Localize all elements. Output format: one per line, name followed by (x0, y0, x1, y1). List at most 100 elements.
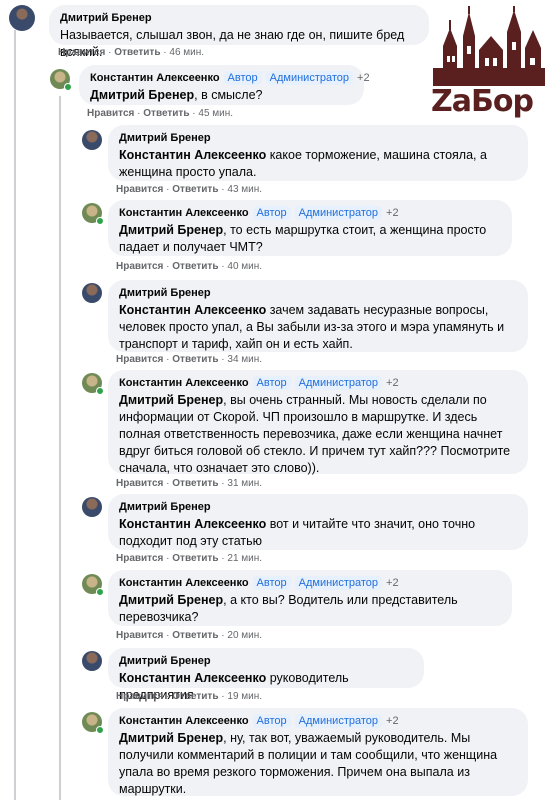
comment-author[interactable]: Дмитрий Бренер (119, 654, 413, 668)
comment-time[interactable]: 31 мин. (227, 478, 262, 489)
comment-author[interactable]: Дмитрий Бренер (119, 131, 517, 145)
comment-author: Константин Алексеенко Автор Администратор +… (119, 206, 501, 220)
comment-author: Константин Алексеенко Автор Администратор +… (119, 576, 501, 590)
online-indicator (96, 726, 104, 734)
like-link[interactable]: Нравится (116, 630, 163, 641)
comment-actions: Нравится · Ответить · 34 мин. (116, 354, 263, 365)
like-link[interactable]: Нравится (116, 184, 163, 195)
comment-time[interactable]: 45 мин. (198, 108, 233, 119)
comment-bubble: Дмитрий Бренер Константин Алексеенко как… (108, 125, 528, 181)
comment-text: Дмитрий Бренер, вы очень странный. Мы но… (119, 393, 511, 475)
comment-time[interactable]: 20 мин. (227, 630, 262, 641)
comment-actions: Нравится · Ответить · 43 мин. (116, 184, 263, 195)
like-link[interactable]: Нравится (116, 478, 163, 489)
comment-time[interactable]: 21 мин. (227, 553, 262, 564)
admin-badge: Администратор (294, 576, 383, 590)
like-link[interactable]: Нравится (58, 47, 105, 58)
admin-badge: Администратор (294, 714, 383, 728)
comment-text: Дмитрий Бренер, ну, так вот, уважаемый р… (119, 731, 498, 796)
mention-link[interactable]: Константин Алексеенко (119, 148, 266, 162)
comment-time[interactable]: 43 мин. (227, 184, 262, 195)
author-badge: Автор (252, 206, 291, 220)
avatar[interactable] (82, 130, 102, 150)
reply-link[interactable]: Ответить (172, 354, 218, 365)
comment-text: Константин Алексеенко какое торможение, … (119, 148, 487, 179)
reply-link[interactable]: Ответить (172, 630, 218, 641)
author-badge: Автор (252, 576, 291, 590)
mention-link[interactable]: Дмитрий Бренер (119, 593, 223, 607)
author-badge: Автор (223, 71, 262, 85)
comment-text: Константин Алексеенко зачем задавать нес… (119, 303, 505, 351)
reply-link[interactable]: Ответить (172, 184, 218, 195)
like-link[interactable]: Нравится (116, 691, 163, 702)
admin-badge: Администратор (294, 376, 383, 390)
comment-author[interactable]: Дмитрий Бренер (60, 11, 418, 25)
reply-link[interactable]: Ответить (172, 553, 218, 564)
author-name[interactable]: Константин Алексеенко (119, 377, 249, 389)
reply-link[interactable]: Ответить (172, 261, 218, 272)
reply-link[interactable]: Ответить (143, 108, 189, 119)
more-badges[interactable]: +2 (386, 715, 399, 727)
comment-actions: Нравится · Ответить · 21 мин. (116, 553, 263, 564)
comment-bubble: Константин Алексеенко Автор Администратор +… (108, 370, 528, 475)
comment-author[interactable]: Дмитрий Бренер (119, 500, 517, 514)
like-link[interactable]: Нравится (116, 354, 163, 365)
comment-actions: Нравится · Ответить · 19 мин. (116, 691, 263, 702)
reply-link[interactable]: Ответить (172, 691, 218, 702)
comment-author: Константин Алексеенко Автор Администратор +… (119, 376, 517, 390)
reply-link[interactable]: Ответить (172, 478, 218, 489)
comment-text: Дмитрий Бренер, а кто вы? Водитель или п… (119, 593, 458, 624)
comment-actions: Нравится · Ответить · 46 мин. (58, 47, 205, 58)
reply-link[interactable]: Ответить (114, 47, 160, 58)
comment-bubble: Дмитрий Бренер Константин Алексеенко рук… (108, 648, 424, 702)
more-badges[interactable]: +2 (357, 72, 370, 84)
comment-bubble: Константин Алексеенко Автор Администратор +… (108, 200, 512, 256)
mention-link[interactable]: Константин Алексеенко (119, 517, 266, 531)
like-link[interactable]: Нравится (116, 553, 163, 564)
avatar[interactable] (9, 5, 35, 31)
more-badges[interactable]: +2 (386, 577, 399, 589)
like-link[interactable]: Нравится (116, 261, 163, 272)
comment-time[interactable]: 40 мин. (227, 261, 262, 272)
online-indicator (96, 387, 104, 395)
author-name[interactable]: Константин Алексеенко (90, 72, 220, 84)
mention-link[interactable]: Дмитрий Бренер (119, 393, 223, 407)
comment-bubble: Дмитрий Бренер Константин Алексеенко зач… (108, 280, 528, 352)
comment-bubble: Константин Алексеенко Автор Администратор +… (108, 570, 512, 626)
mention-link[interactable]: Константин Алексеенко (119, 303, 266, 317)
mention-link[interactable]: Дмитрий Бренер (119, 223, 223, 237)
author-name[interactable]: Константин Алексеенко (119, 207, 249, 219)
comment-actions: Нравится · Ответить · 45 мин. (87, 108, 234, 119)
mention-link[interactable]: Дмитрий Бренер (119, 731, 223, 745)
comment-time[interactable]: 34 мин. (227, 354, 262, 365)
author-badge: Автор (252, 714, 291, 728)
admin-badge: Администратор (294, 206, 383, 220)
comment-text: Дмитрий Бренер, в смысле? (90, 88, 263, 102)
comment-author: Константин Алексеенко Автор Администратор +… (90, 71, 370, 85)
author-badge: Автор (252, 376, 291, 390)
comment-bubble: Дмитрий Бренер Константин Алексеенко вот… (108, 494, 528, 550)
comment-author: Константин Алексеенко Автор Администратор +… (119, 714, 517, 728)
author-name[interactable]: Константин Алексеенко (119, 715, 249, 727)
avatar[interactable] (82, 497, 102, 517)
comment-bubble: Константин Алексеенко Автор Администратор +… (108, 708, 528, 796)
avatar[interactable] (82, 283, 102, 303)
more-badges[interactable]: +2 (386, 207, 399, 219)
more-badges[interactable]: +2 (386, 377, 399, 389)
comment-text: Дмитрий Бренер, то есть маршрутка стоит,… (119, 223, 487, 254)
thread-line (59, 96, 61, 800)
online-indicator (96, 217, 104, 225)
logo-text: ZaБор (431, 84, 534, 119)
comment-actions: Нравится · Ответить · 31 мин. (116, 478, 263, 489)
comment-time[interactable]: 46 мин. (169, 47, 204, 58)
avatar[interactable] (82, 651, 102, 671)
comment-bubble: Дмитрий Бренер Называется, слышал звон, … (49, 5, 429, 59)
comment-time[interactable]: 19 мин. (227, 691, 262, 702)
mention-link[interactable]: Дмитрий Бренер (90, 88, 194, 102)
author-name[interactable]: Константин Алексеенко (119, 577, 249, 589)
mention-link[interactable]: Константин Алексеенко (119, 671, 266, 685)
zabor-logo: ZaБор (423, 6, 554, 124)
comment-author[interactable]: Дмитрий Бренер (119, 286, 517, 300)
comment-actions: Нравится · Ответить · 40 мин. (116, 261, 263, 272)
like-link[interactable]: Нравится (87, 108, 134, 119)
